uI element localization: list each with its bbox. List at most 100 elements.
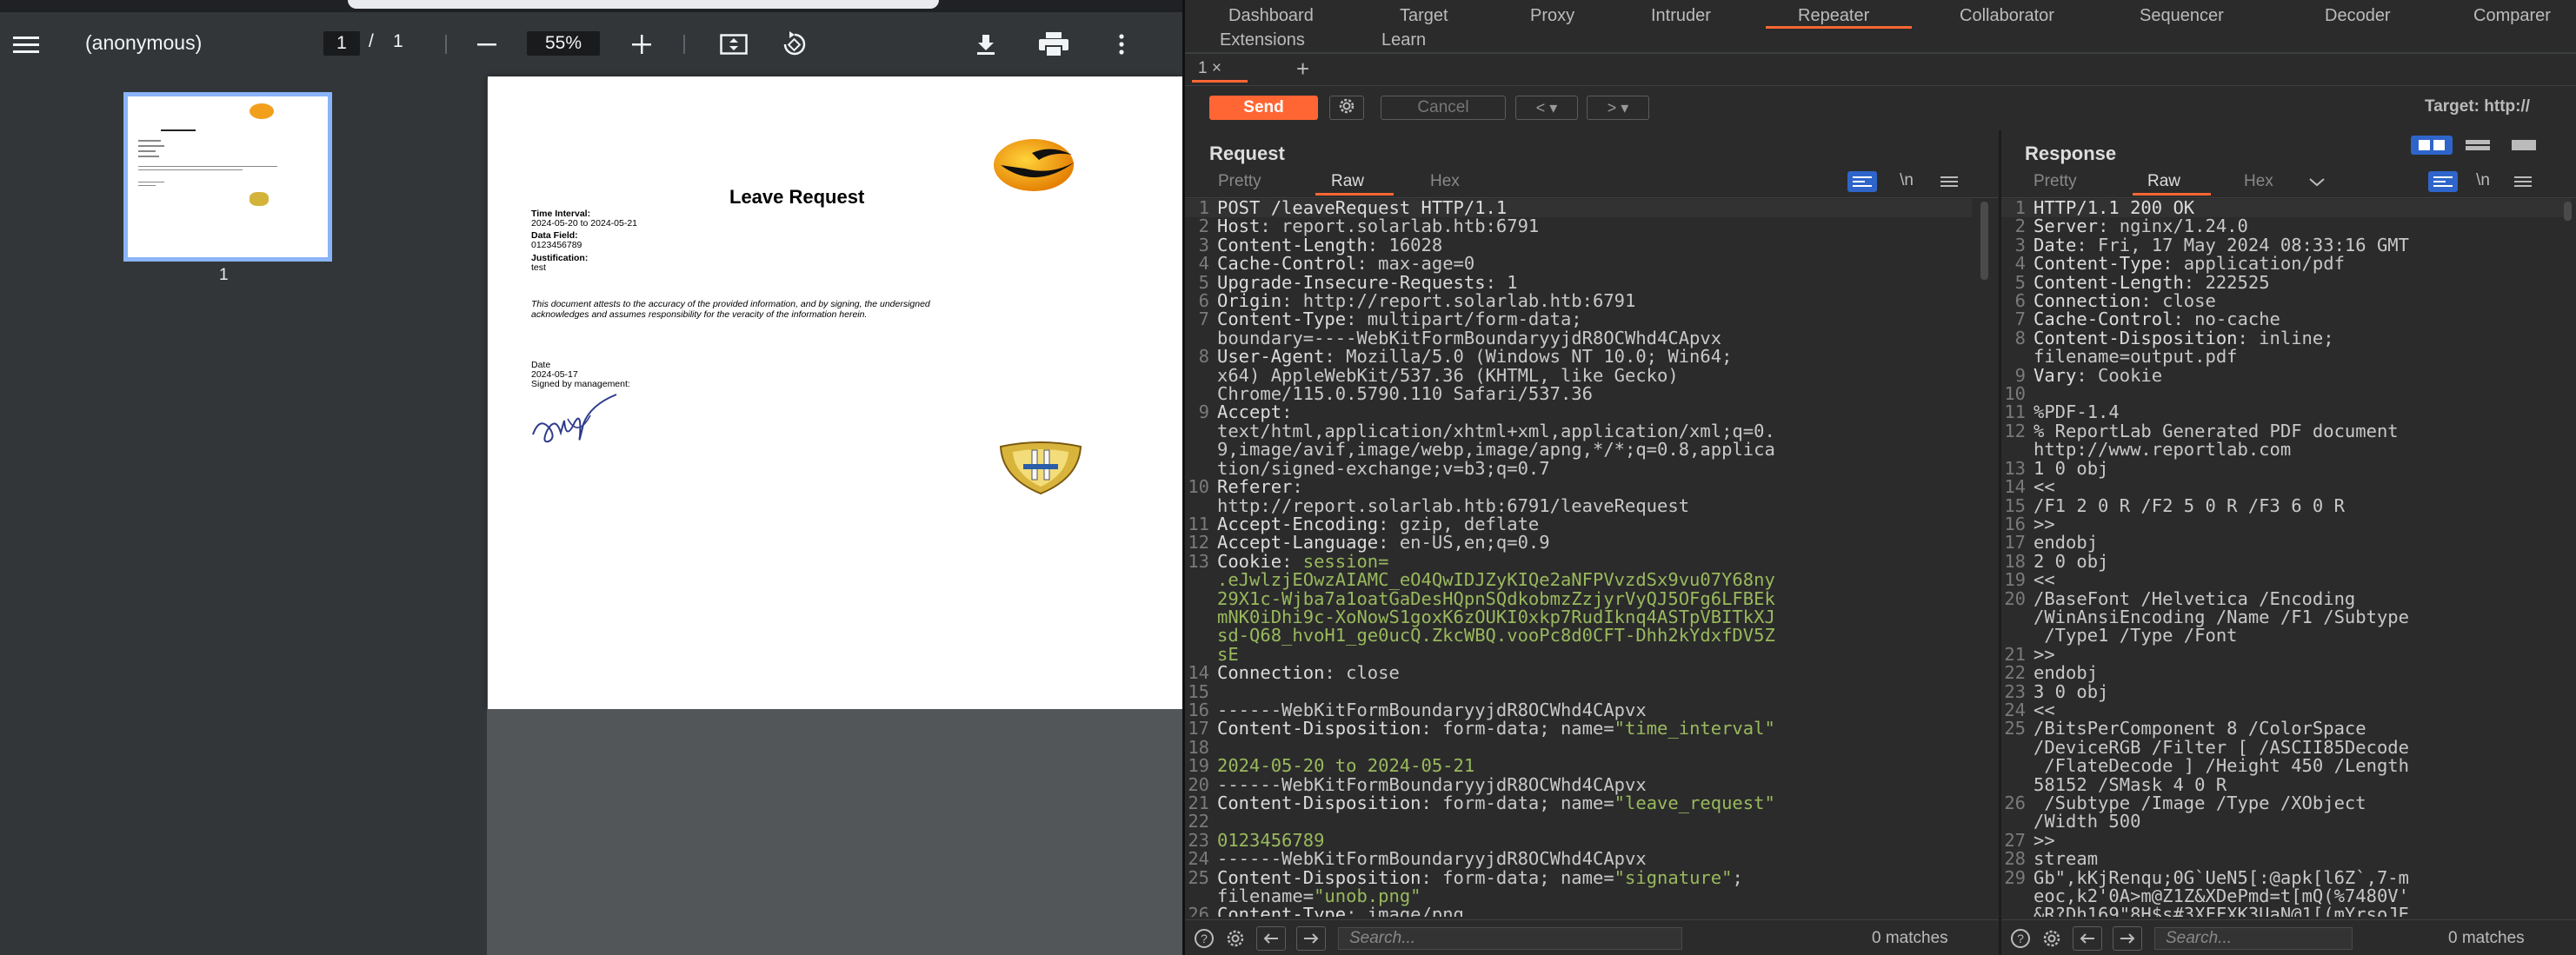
editor-line[interactable]: 0/DeviceRGB /Filter [ /ASCII85Decode (2001, 738, 2571, 757)
editor-line[interactable]: 12 Accept-Language: en-US,en;q=0.9 (1185, 533, 1972, 552)
editor-line[interactable]: 21 >> (2001, 645, 2571, 664)
response-search-input[interactable]: Search... (2154, 927, 2353, 950)
chevron-down-icon[interactable] (2305, 174, 2329, 191)
help-icon[interactable]: ? (1192, 926, 1216, 951)
editor-line[interactable]: 10 Referer: (1185, 477, 1972, 496)
zoom-input[interactable]: 55% (527, 31, 600, 56)
page-number-input[interactable]: 1 (323, 31, 360, 56)
editor-line[interactable]: 0 x64) AppleWebKit/537.36 (KHTML, like Ge… (1185, 366, 1972, 385)
editor-line[interactable]: 26 Content-Type: image/png (1185, 905, 1972, 917)
editor-line[interactable]: 23 3 0 obj (2001, 682, 2571, 701)
next-match-icon[interactable] (2113, 926, 2142, 951)
editor-line[interactable]: 13 Cookie: session= (1185, 552, 1972, 571)
print-icon[interactable] (1036, 30, 1071, 59)
editor-line[interactable]: 19 2024-05-20 to 2024-05-21 (1185, 756, 1972, 775)
editor-line[interactable]: 0 /Type1 /Type /Font (2001, 627, 2571, 645)
nav-tab-comparer[interactable]: Comparer (2473, 6, 2551, 26)
editor-line[interactable]: 29 Gb",kKjRenqu;0G`UeN5[:@apk[l6Z`,7-m (2001, 868, 2571, 887)
download-icon[interactable] (970, 30, 1002, 59)
editor-line[interactable]: 24 << (2001, 700, 2571, 720)
editor-line[interactable]: 0 mNK0iDhi9c-XoNowS1goxK6zOUKI0xkp7RudIkn… (1185, 607, 1972, 627)
previous-match-icon[interactable] (1256, 926, 1286, 951)
editor-line[interactable]: 12 % ReportLab Generated PDF document (2001, 421, 2571, 441)
newline-toggle[interactable]: \n (1894, 170, 1920, 191)
history-forward-button[interactable]: > ▾ (1587, 96, 1649, 120)
editor-line[interactable]: 4 Content-Type: application/pdf (2001, 254, 2571, 273)
editor-line[interactable]: 5 Content-Length: 222525 (2001, 273, 2571, 292)
editor-line[interactable]: 6 Origin: http://report.solarlab.htb:6791 (1185, 291, 1972, 310)
menu-icon[interactable] (1936, 171, 1962, 192)
rotate-icon[interactable] (779, 30, 810, 59)
gear-icon[interactable] (2040, 926, 2064, 951)
editor-line[interactable]: 11 Accept-Encoding: gzip, deflate (1185, 514, 1972, 534)
editor-line[interactable]: 0 sE (1185, 645, 1972, 664)
repeater-subtab-1[interactable]: 1 × (1198, 59, 1221, 78)
layout-side-by-side-icon[interactable] (2411, 136, 2453, 155)
zoom-in-icon[interactable] (626, 31, 657, 57)
nav-tab-collaborator[interactable]: Collaborator (1960, 6, 2054, 26)
editor-line[interactable]: 7 Content-Type: multipart/form-data; (1185, 310, 1972, 329)
editor-line[interactable]: 18 2 0 obj (2001, 552, 2571, 571)
more-options-icon[interactable] (1106, 30, 1137, 59)
editor-line[interactable]: 28 stream (2001, 849, 2571, 868)
editor-line[interactable]: 22 endobj (2001, 663, 2571, 682)
layout-single-icon[interactable] (2503, 136, 2545, 155)
zoom-out-icon[interactable] (471, 31, 503, 57)
help-icon[interactable]: ? (2008, 926, 2033, 951)
editor-line[interactable]: 17 endobj (2001, 533, 2571, 552)
response-editor[interactable]: 1 HTTP/1.1 200 OK 2 Server: nginx/1.24.0 3 Da… (2001, 199, 2571, 917)
target-label[interactable]: Target: http:// (2425, 97, 2530, 116)
nav-tab-repeater[interactable]: Repeater (1798, 6, 1869, 26)
history-back-button[interactable]: < ▾ (1515, 96, 1578, 120)
gear-icon[interactable] (1223, 926, 1248, 951)
newline-toggle[interactable]: \n (2470, 170, 2496, 191)
editor-line[interactable]: 8 Content-Disposition: inline; (2001, 328, 2571, 348)
editor-line[interactable]: 8 User-Agent: Mozilla/5.0 (Windows NT 10.… (1185, 347, 1972, 366)
editor-line[interactable]: 20/BaseFont /Helvetica /Encoding (2001, 589, 2571, 608)
editor-line[interactable]: 1 HTTP/1.1 200 OK (2001, 199, 2571, 218)
fit-page-icon[interactable] (718, 31, 749, 57)
editor-line[interactable]: 0 http://www.reportlab.com (2001, 441, 2571, 459)
layout-top-bottom-icon[interactable] (2457, 136, 2499, 155)
editor-line[interactable]: 9 Accept: (1185, 403, 1972, 422)
editor-line[interactable]: 0 tion/signed-exchange;v=b3;q=0.7 (1185, 459, 1972, 478)
editor-line[interactable]: 26 /Subtype /Image /Type /XObject (2001, 793, 2571, 812)
response-tab-hex[interactable]: Hex (2244, 172, 2273, 191)
editor-line[interactable]: 7 Cache-Control: no-cache (2001, 310, 2571, 329)
next-match-icon[interactable] (1296, 926, 1326, 951)
editor-line[interactable]: 0 .eJwlzjEOwzAIAMC_eO4QwIDJZyKIQe2aNFPVvz… (1185, 570, 1972, 589)
nav-tab-learn[interactable]: Learn (1381, 30, 1426, 50)
request-tab-raw[interactable]: Raw (1331, 172, 1364, 191)
editor-line[interactable]: 25 Content-Disposition: form-data; name="… (1185, 868, 1972, 887)
response-scrollbar[interactable] (2564, 202, 2572, 221)
editor-line[interactable]: 0 eoc,k2'0A>m@Z1Z&XDePmd=t[mQ(%7480V' (2001, 886, 2571, 905)
editor-line[interactable]: 0 sd-Q68_hvoH1_ge0ucQ.ZkcWBQ.vooPc8d0CFT-… (1185, 627, 1972, 645)
request-tab-pretty[interactable]: Pretty (1218, 172, 1261, 191)
editor-line[interactable]: 19 << (2001, 570, 2571, 589)
previous-match-icon[interactable] (2073, 926, 2102, 951)
pretty-print-toggle-icon[interactable] (2428, 171, 2458, 192)
editor-line[interactable]: 0 29X1c-Wjba7a1oatGaDesHQpnSQdkobmzZzjyrV… (1185, 589, 1972, 608)
editor-line[interactable]: 11 %PDF-1.4 (2001, 403, 2571, 422)
editor-line[interactable]: 0 58152 /SMask 4 0 R (2001, 775, 2571, 794)
editor-line[interactable]: 16 >> (2001, 514, 2571, 534)
editor-line[interactable]: 23 0123456789 (1185, 831, 1972, 850)
editor-line[interactable]: 0 text/html,application/xhtml+xml,applica… (1185, 421, 1972, 441)
editor-line[interactable]: 0/Width 500 (2001, 812, 2571, 831)
editor-line[interactable]: 14 Connection: close (1185, 663, 1972, 682)
editor-line[interactable]: 2 Server: nginx/1.24.0 (2001, 216, 2571, 235)
editor-line[interactable]: 17 Content-Disposition: form-data; name="… (1185, 719, 1972, 738)
request-editor[interactable]: 1 POST /leaveRequest HTTP/1.1 2 Host: repor… (1185, 199, 1972, 917)
editor-line[interactable]: 0&R?Dh169"8H$s#3XFFXK3UaN@1[(mYrsoJE (2001, 905, 2571, 917)
editor-line[interactable]: 22 (1185, 812, 1972, 831)
editor-line[interactable]: 25/BitsPerComponent 8 /ColorSpace (2001, 719, 2571, 738)
editor-line[interactable]: 3 Date: Fri, 17 May 2024 08:33:16 GMT (2001, 235, 2571, 255)
nav-tab-target[interactable]: Target (1400, 6, 1448, 26)
editor-line[interactable]: 16 ------WebKitFormBoundaryyjdR8OCWhd4CAp… (1185, 700, 1972, 720)
send-settings-button[interactable] (1329, 96, 1364, 120)
nav-tab-extensions[interactable]: Extensions (1220, 30, 1305, 50)
nav-tab-sequencer[interactable]: Sequencer (2140, 6, 2224, 26)
editor-line[interactable]: 24 ------WebKitFormBoundaryyjdR8OCWhd4CAp… (1185, 849, 1972, 868)
nav-tab-intruder[interactable]: Intruder (1651, 6, 1711, 26)
editor-line[interactable]: 20 ------WebKitFormBoundaryyjdR8OCWhd4CAp… (1185, 775, 1972, 794)
